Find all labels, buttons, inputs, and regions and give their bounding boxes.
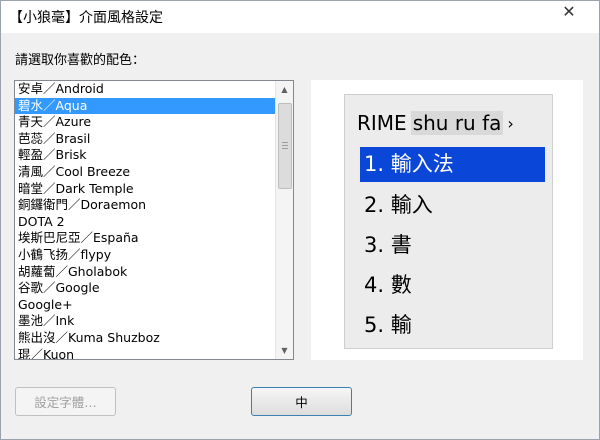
list-item[interactable]: 青天／Azure: [15, 114, 277, 131]
list-item[interactable]: 安卓／Android: [15, 81, 277, 98]
preview-preedit: shu ru fa: [410, 111, 504, 135]
candidate-item: 3. 書: [364, 233, 412, 257]
list-item[interactable]: 小鶴飞扬／flypy: [15, 247, 277, 264]
color-scheme-items[interactable]: 安卓／Android 碧水／Aqua 青天／Azure 芭蕊／Brasil 輕盈／Bri…: [15, 81, 277, 359]
settings-window: 【小狼毫】介面風格設定 ✕ 請選取你喜歡的配色： 安卓／Android 碧水／Aq…: [0, 0, 600, 440]
list-item[interactable]: 暗堂／Dark Temple: [15, 181, 277, 198]
candidate-item: 1. 輸入法: [360, 147, 545, 182]
candidate-item: 2. 輸入: [364, 193, 433, 217]
ime-preview: RIME shu ru fa › 1. 輸入法 2. 輸入 3. 書 4. 數 5. 輸: [344, 94, 553, 349]
preview-panel: RIME shu ru fa › 1. 輸入法 2. 輸入 3. 書 4. 數 5. 輸: [311, 80, 583, 360]
grip-line: [282, 145, 288, 146]
more-arrow-icon: ›: [507, 113, 514, 133]
grip-line: [282, 142, 288, 143]
color-scheme-prompt: 請選取你喜歡的配色：: [15, 53, 146, 68]
down-arrow-icon: ▼: [281, 346, 288, 355]
list-item[interactable]: 碧水／Aqua: [15, 97, 277, 115]
scroll-thumb[interactable]: [278, 103, 292, 189]
list-item[interactable]: DOTA 2: [15, 214, 277, 231]
list-scrollbar[interactable]: ▲ ▼: [275, 81, 293, 359]
list-item[interactable]: 墨池／Ink: [15, 313, 277, 330]
list-item[interactable]: 清風／Cool Breeze: [15, 164, 277, 181]
up-arrow-icon: ▲: [281, 85, 288, 94]
list-item[interactable]: 銅鑼衛門／Doraemon: [15, 197, 277, 214]
scroll-up-button[interactable]: ▲: [276, 81, 293, 98]
confirm-button[interactable]: 中: [251, 387, 352, 416]
window-title: 【小狼毫】介面風格設定: [9, 10, 163, 26]
list-item[interactable]: 谷歌／Google: [15, 280, 277, 297]
close-icon: ✕: [562, 1, 576, 21]
close-button[interactable]: ✕: [547, 1, 591, 21]
grip-line: [282, 148, 288, 149]
list-item[interactable]: 胡蘿蔔／Gholabok: [15, 264, 277, 281]
scroll-down-button[interactable]: ▼: [276, 342, 293, 359]
list-item[interactable]: 埃斯巴尼亞／España: [15, 230, 277, 247]
set-font-button[interactable]: 設定字體…: [15, 387, 116, 416]
title-bar[interactable]: 【小狼毫】介面風格設定 ✕: [1, 1, 599, 33]
list-item[interactable]: 熊出沒／Kuma Shuzboz: [15, 330, 277, 347]
preview-input-line: RIME shu ru fa ›: [357, 108, 514, 138]
color-scheme-list[interactable]: 安卓／Android 碧水／Aqua 青天／Azure 芭蕊／Brasil 輕盈／Bri…: [14, 80, 294, 360]
list-item[interactable]: 琨／Kuon: [15, 347, 277, 360]
list-item[interactable]: 輕盈／Brisk: [15, 147, 277, 164]
candidate-item: 5. 輸: [364, 313, 412, 337]
candidate-item: 4. 數: [364, 273, 412, 297]
list-item[interactable]: Google+: [15, 297, 277, 314]
preview-prefix: RIME: [357, 111, 407, 135]
list-item[interactable]: 芭蕊／Brasil: [15, 131, 277, 148]
